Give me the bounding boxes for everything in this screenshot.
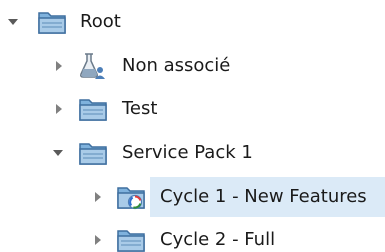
expand-arrow-collapsed-icon[interactable] [52, 46, 66, 86]
tree-node-test[interactable]: Test [0, 89, 385, 129]
expand-arrow-expanded-icon[interactable] [6, 2, 20, 42]
expand-arrow-collapsed-icon[interactable] [91, 220, 105, 252]
tree-node-cycle-1-new-features[interactable]: Cycle 1 - New Features [0, 177, 385, 217]
folder-icon [37, 8, 67, 36]
tree-node-root[interactable]: Root [0, 2, 385, 42]
folder-icon [78, 139, 108, 167]
tree-node-label: Non associé [122, 55, 231, 76]
tree-node-cycle-2-full[interactable]: Cycle 2 - Full [0, 220, 385, 252]
folder-icon [116, 226, 146, 252]
flask-user-icon [77, 52, 107, 80]
cycle-folder-icon [116, 183, 146, 211]
expand-arrow-collapsed-icon[interactable] [91, 177, 105, 217]
tree-node-non-associe[interactable]: Non associé [0, 46, 385, 86]
tree-node-label: Cycle 2 - Full [160, 229, 276, 250]
tree-node-service-pack-1[interactable]: Service Pack 1 [0, 133, 385, 173]
tree-node-label: Test [122, 98, 158, 119]
tree-node-label: Service Pack 1 [122, 142, 253, 163]
expand-arrow-expanded-icon[interactable] [51, 133, 65, 173]
tree-node-label: Cycle 1 - New Features [160, 186, 367, 207]
folder-tree: Root Non associé Test Service Pack 1 Cyc… [0, 0, 385, 252]
expand-arrow-collapsed-icon[interactable] [52, 89, 66, 129]
tree-node-label: Root [80, 11, 121, 32]
folder-icon [78, 95, 108, 123]
